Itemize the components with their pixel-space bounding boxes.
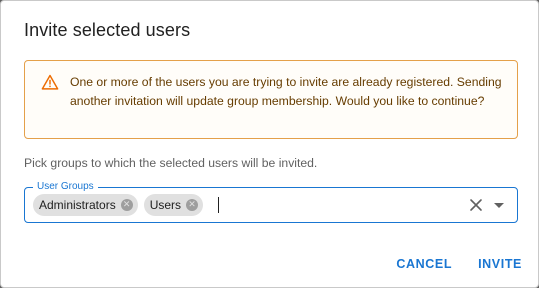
invite-users-dialog: Invite selected users One or more of the… (0, 0, 539, 288)
dropdown-arrow-icon[interactable] (494, 203, 504, 208)
group-chip-administrators: Administrators ✕ (33, 194, 138, 216)
group-chip-users: Users ✕ (143, 194, 204, 216)
chip-label: Administrators (39, 198, 116, 212)
group-search-input[interactable] (218, 197, 219, 213)
warning-alert: One or more of the users you are trying … (24, 60, 518, 139)
remove-chip-icon[interactable]: ✕ (186, 199, 199, 211)
remove-chip-icon[interactable]: ✕ (120, 199, 133, 211)
warning-message: One or more of the users you are trying … (70, 75, 502, 108)
user-groups-field[interactable]: User Groups Administrators ✕ Users ✕ (24, 180, 518, 223)
warning-icon (41, 74, 59, 90)
clear-icon[interactable] (469, 198, 483, 212)
groups-hint: Pick groups to which the selected users … (24, 156, 318, 170)
user-groups-label: User Groups (33, 180, 98, 194)
dialog-actions: CANCEL INVITE (396, 257, 522, 271)
dialog-title: Invite selected users (24, 20, 191, 40)
chip-label: Users (149, 198, 182, 212)
invite-button[interactable]: INVITE (478, 257, 522, 271)
selected-groups: Administrators ✕ Users ✕ (33, 194, 204, 216)
cancel-button[interactable]: CANCEL (396, 257, 452, 271)
